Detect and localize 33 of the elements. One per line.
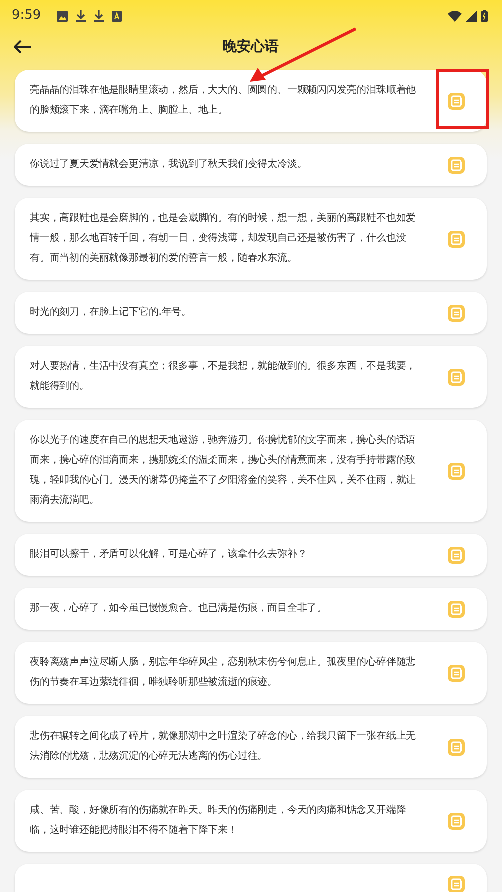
quote-text: 悲伤在辗转之间化成了碎片，就像那湖中之叶渲染了碎念的心，给我只留下一张在纸上无法消除的忧殇，悲殇沉淀的心碎无法逃离的伤心过往。	[30, 730, 418, 764]
copy-icon[interactable]	[448, 304, 465, 322]
download-icon	[76, 10, 86, 22]
copy-icon[interactable]	[448, 462, 465, 480]
copy-icon[interactable]	[448, 738, 465, 756]
quote-text: 那一夜，心碎了，如今虽已慢慢愈合。也已满是伤痕，面目全非了。	[30, 602, 328, 616]
download-icon	[94, 10, 104, 22]
quote-text: 夜聆离殇声声泣尽断人肠，别忘年华碎风尘，恋别秋末伤兮何息止。孤夜里的心碎伴随悲伤的节奏在耳边萦绕徘徊，唯独聆听那些被流逝的痕迹。	[30, 656, 418, 690]
quote-text: 其实，高跟鞋也是会磨脚的，也是会崴脚的。有的时候，想一想，美丽的高跟鞋不也如爱情一般，那么地百转千回，有朝一日，变得浅薄，却发现自己还是被伤害了，什么也没有。而当初的美丽就像那最初的爱的誓言一般，随春水东流。	[30, 212, 418, 266]
copy-icon[interactable]	[448, 92, 465, 110]
quote-text: 你以光子的速度在自己的思想天地遨游，驰奔游刃。你携忧郁的文字而来，携心头的话语而来，携心碎的泪滴而来，携那婉柔的温柔而来，携心头的情意而来，没有手持带露的玫瑰，轻叩我的心门。漫天的谢幕仍掩盖不了夕阳溶金的笑容，关不住风，关不住雨，就让雨滴去流淌吧。	[30, 434, 418, 508]
copy-icon[interactable]	[448, 230, 465, 248]
quote-text: 咸、苦、酸，好像所有的伤痛就在昨天。昨天的伤痛刚走，今天的肉痛和惦念又开端降临，这时谁还能把持眼泪不得不随着下降下来！	[30, 804, 408, 838]
copy-icon[interactable]	[448, 600, 465, 618]
quote-text: 对人要热情，生活中没有真空；很多事，不是我想，就能做到的。很多东西，不是我要，就能得到的。	[30, 360, 418, 394]
quote-text: 你说过了夏天爱情就会更清凉，我说到了秋天我们变得太冷淡。	[30, 158, 308, 172]
quote-text: 亮晶晶的泪珠在他是眼睛里滚动，然后，大大的、圆圆的、一颗颗闪闪发亮的泪珠顺着他的脸颊滚下来，滴在嘴角上、胸膛上、地上。	[30, 84, 418, 118]
quote-text: 时光的刻刀，在脸上记下它的.年号。	[30, 306, 193, 320]
image-icon	[57, 10, 68, 22]
copy-icon[interactable]	[448, 876, 465, 892]
copy-icon[interactable]	[448, 368, 465, 386]
copy-icon[interactable]	[448, 156, 465, 174]
wifi-icon	[448, 10, 462, 22]
copy-icon[interactable]	[448, 664, 465, 682]
back-icon[interactable]	[14, 40, 32, 54]
copy-icon[interactable]	[448, 546, 465, 564]
quote-text: 眼泪可以擦干，矛盾可以化解，可是心碎了，该拿什么去弥补？	[30, 548, 308, 562]
copy-icon[interactable]	[448, 812, 465, 830]
battery-icon	[481, 10, 488, 22]
app-icon	[112, 10, 122, 22]
status-time: 9:59	[12, 7, 42, 26]
signal-icon	[466, 10, 477, 22]
screen-title: 晚安心语	[223, 38, 279, 56]
